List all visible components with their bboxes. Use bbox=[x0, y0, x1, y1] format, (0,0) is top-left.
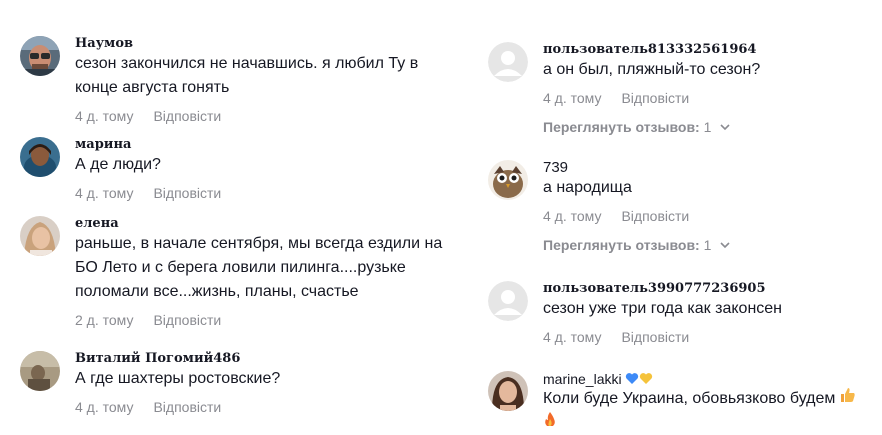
comment-text: а народища bbox=[543, 179, 632, 196]
username[interactable]: Виталий Погомий486 bbox=[75, 351, 460, 367]
chevron-down-icon bbox=[719, 119, 731, 137]
chevron-down-icon bbox=[719, 237, 731, 255]
reply-count: 1 bbox=[703, 237, 712, 253]
timestamp: 4 д. тому bbox=[543, 90, 602, 106]
comment-meta: 4 д. тому Відповісти bbox=[75, 107, 460, 125]
username[interactable]: Наумов bbox=[75, 36, 460, 52]
default-avatar-icon[interactable] bbox=[488, 281, 528, 321]
view-replies-label: Переглянуть отзывов: bbox=[543, 119, 700, 135]
timestamp: 4 д. тому bbox=[75, 108, 134, 124]
thumbs-up-emoji bbox=[840, 387, 856, 411]
timestamp: 4 д. тому bbox=[543, 329, 602, 345]
reply-button[interactable]: Відповісти bbox=[621, 329, 689, 345]
timestamp: 2 д. тому bbox=[75, 312, 134, 328]
blue-heart-emoji bbox=[625, 372, 639, 388]
username[interactable]: marine_lakki bbox=[543, 371, 622, 387]
reply-button[interactable]: Відповісти bbox=[621, 208, 689, 224]
reply-button[interactable]: Відповісти bbox=[153, 108, 221, 124]
reply-button[interactable]: Відповісти bbox=[621, 90, 689, 106]
reply-button[interactable]: Відповісти bbox=[153, 312, 221, 328]
comment-meta: 4 д. тому Відповісти bbox=[75, 184, 460, 202]
comment-text: а он был, пляжный-то сезон? bbox=[543, 61, 761, 78]
comment-text: сезон закончился не начавшись. я любил Т… bbox=[75, 55, 419, 96]
avatar[interactable] bbox=[20, 216, 60, 256]
yellow-heart-emoji bbox=[639, 372, 653, 388]
username-row: marine_lakki bbox=[543, 371, 878, 387]
comment-meta: 2 д. тому Відповісти bbox=[75, 311, 460, 329]
username[interactable]: елена bbox=[75, 216, 460, 232]
fire-emoji bbox=[543, 411, 557, 435]
view-replies-button[interactable]: Переглянуть отзывов: 1 bbox=[543, 118, 878, 136]
view-replies-label: Переглянуть отзывов: bbox=[543, 237, 700, 253]
comment-text: сезон уже три года как законсен bbox=[543, 300, 783, 317]
comment-text: Коли буде Украина, обовьязково будем bbox=[543, 390, 836, 408]
reply-button[interactable]: Відповісти bbox=[153, 399, 221, 415]
avatar[interactable] bbox=[20, 137, 60, 177]
comment-text: раньше, в начале сентября, мы всегда езд… bbox=[75, 235, 443, 300]
default-avatar-icon[interactable] bbox=[488, 42, 528, 82]
timestamp: 4 д. тому bbox=[75, 399, 134, 415]
reply-button[interactable]: Відповісти bbox=[153, 185, 221, 201]
comment-text: А де люди? bbox=[75, 156, 161, 173]
username[interactable]: пользователь813332561964 bbox=[543, 42, 878, 58]
comment-meta: 4 д. тому Відповісти bbox=[75, 398, 460, 416]
comment-meta: 4 д. тому Відповісти bbox=[543, 89, 878, 107]
avatar[interactable] bbox=[20, 36, 60, 76]
avatar[interactable] bbox=[488, 371, 528, 411]
timestamp: 4 д. тому bbox=[543, 208, 602, 224]
view-replies-button[interactable]: Переглянуть отзывов: 1 bbox=[543, 236, 878, 254]
username[interactable]: пользователь3990777236905 bbox=[543, 281, 878, 297]
username[interactable]: марина bbox=[75, 137, 460, 153]
comment-text: А где шахтеры ростовские? bbox=[75, 370, 281, 387]
avatar[interactable] bbox=[20, 351, 60, 391]
comment-meta: 4 д. тому Відповісти bbox=[543, 328, 878, 346]
timestamp: 4 д. тому bbox=[75, 185, 134, 201]
reply-count: 1 bbox=[703, 119, 712, 135]
username[interactable]: 739 bbox=[543, 160, 878, 176]
avatar[interactable] bbox=[488, 160, 528, 200]
comment-meta: 4 д. тому Відповісти bbox=[543, 207, 878, 225]
comment-text-row: Коли буде Украина, обовьязково будем bbox=[543, 387, 878, 435]
